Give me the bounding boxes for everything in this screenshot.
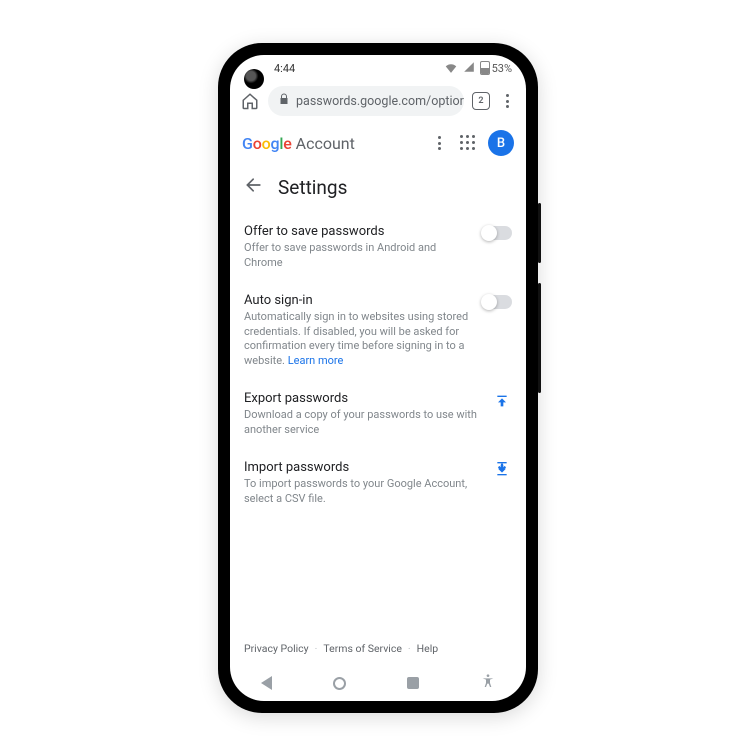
- nav-back-icon[interactable]: [261, 676, 272, 690]
- nav-accessibility-icon[interactable]: [480, 673, 496, 693]
- brand-account-label: Account: [296, 134, 355, 153]
- setting-desc: Download a copy of your passwords to use…: [244, 408, 482, 438]
- avatar[interactable]: B: [488, 130, 514, 156]
- browser-toolbar: passwords.google.com/options 2: [230, 81, 526, 121]
- tos-link[interactable]: Terms of Service: [323, 642, 402, 655]
- system-nav-bar: [230, 665, 526, 701]
- settings-list: Offer to save passwords Offer to save pa…: [230, 214, 526, 632]
- wifi-icon: [444, 61, 458, 76]
- setting-desc: Automatically sign in to websites using …: [244, 310, 472, 369]
- setting-auto-signin: Auto sign-in Automatically sign in to we…: [244, 283, 512, 381]
- apps-grid-icon[interactable]: [460, 135, 476, 151]
- app-bar: Google Account B: [230, 121, 526, 165]
- front-camera: [244, 69, 264, 89]
- setting-offer-save: Offer to save passwords Offer to save pa…: [244, 214, 512, 283]
- power-button: [538, 283, 541, 393]
- url-text: passwords.google.com/options: [296, 94, 464, 109]
- google-account-brand: Google Account: [242, 134, 355, 153]
- phone-frame: 4:44 53% pa: [218, 43, 538, 713]
- download-icon[interactable]: [492, 462, 512, 507]
- privacy-link[interactable]: Privacy Policy: [244, 642, 309, 655]
- page-title: Settings: [278, 176, 347, 199]
- volume-button: [538, 203, 541, 263]
- google-logo: Google: [242, 134, 292, 153]
- setting-desc: Offer to save passwords in Android and C…: [244, 241, 472, 271]
- setting-import[interactable]: Import passwords To import passwords to …: [244, 450, 512, 519]
- help-link[interactable]: Help: [417, 642, 439, 655]
- setting-title: Offer to save passwords: [244, 224, 472, 239]
- upload-icon[interactable]: [492, 393, 512, 438]
- setting-title: Import passwords: [244, 460, 482, 475]
- battery-percent: 53%: [492, 62, 512, 75]
- nav-home-icon[interactable]: [333, 677, 346, 690]
- auto-signin-toggle[interactable]: [482, 295, 512, 309]
- battery-indicator: 53%: [480, 61, 512, 75]
- page-header: Settings: [230, 165, 526, 214]
- tabs-button[interactable]: 2: [472, 92, 490, 110]
- learn-more-link[interactable]: Learn more: [288, 354, 344, 367]
- setting-title: Auto sign-in: [244, 293, 472, 308]
- home-icon[interactable]: [240, 91, 260, 111]
- signal-icon: [463, 61, 475, 76]
- lock-icon: [278, 93, 290, 109]
- footer-links: Privacy Policy · Terms of Service · Help: [230, 632, 526, 665]
- setting-export[interactable]: Export passwords Download a copy of your…: [244, 381, 512, 450]
- url-bar[interactable]: passwords.google.com/options: [268, 86, 464, 116]
- offer-save-toggle[interactable]: [482, 226, 512, 240]
- screen: 4:44 53% pa: [230, 55, 526, 701]
- nav-recent-icon[interactable]: [407, 677, 419, 689]
- back-arrow-icon[interactable]: [244, 175, 264, 200]
- setting-desc: To import passwords to your Google Accou…: [244, 477, 482, 507]
- status-time: 4:44: [274, 62, 295, 75]
- page-menu-icon[interactable]: [430, 136, 448, 150]
- setting-title: Export passwords: [244, 391, 482, 406]
- browser-menu-icon[interactable]: [498, 94, 516, 108]
- status-bar: 4:44 53%: [230, 55, 526, 81]
